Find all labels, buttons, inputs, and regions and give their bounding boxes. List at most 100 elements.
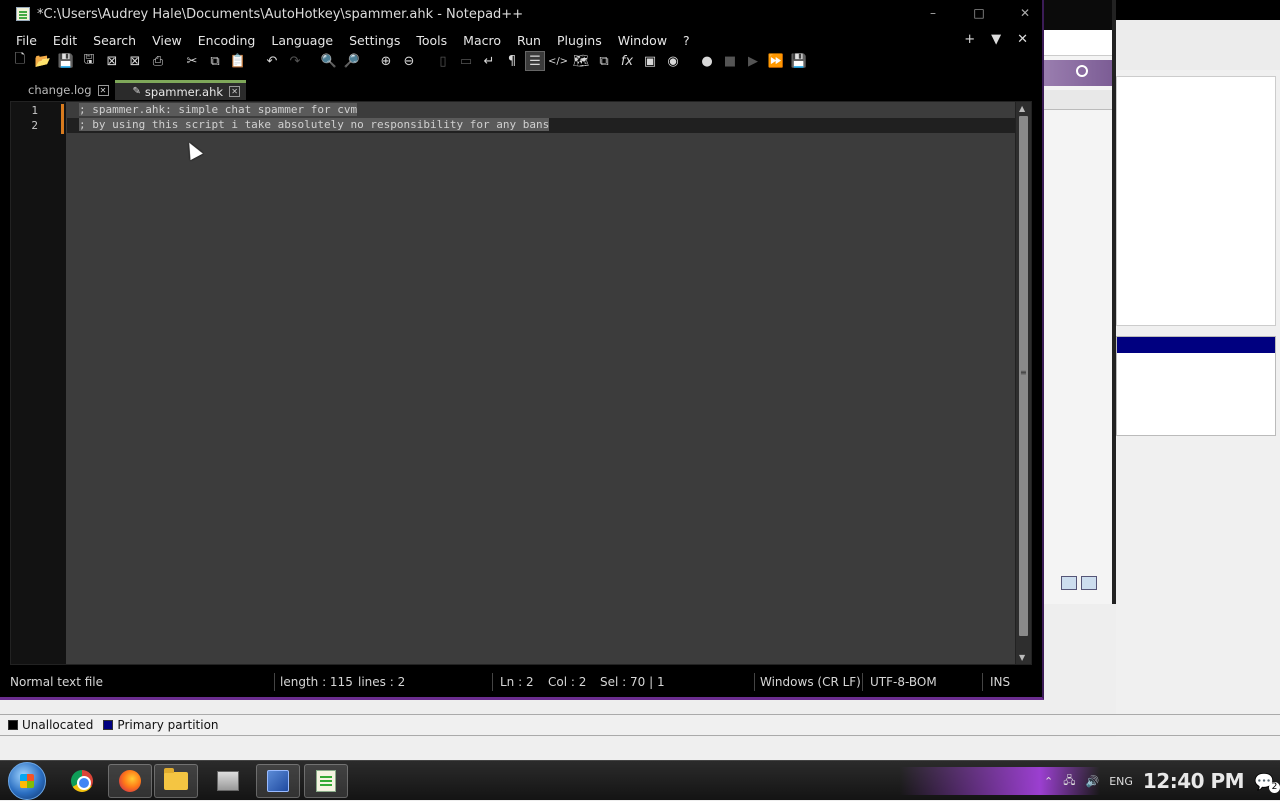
code-area[interactable]: ; spammer.ahk: simple chat spammer for c… <box>67 102 1017 664</box>
background-window-header <box>1116 20 1280 70</box>
tab-close-icon[interactable]: ✕ <box>97 84 109 96</box>
line-number-gutter[interactable]: 1 2 <box>11 102 66 664</box>
run-macro-multiple-icon[interactable]: ⏩ <box>766 51 786 71</box>
scroll-down-icon[interactable]: ▼ <box>1019 653 1025 662</box>
close-button[interactable]: ✕ <box>1014 6 1036 20</box>
taskbar-explorer[interactable] <box>154 764 198 798</box>
status-lines: lines : 2 <box>358 675 406 689</box>
tab-spammer-ahk[interactable]: ✎ spammer.ahk ✕ <box>114 80 247 100</box>
record-macro-icon[interactable]: ● <box>697 51 717 71</box>
code-line[interactable]: ; spammer.ahk: simple chat spammer for c… <box>67 103 358 118</box>
indent-guide-icon[interactable]: ☰ <box>525 51 545 71</box>
details-view-icon[interactable] <box>1061 576 1077 590</box>
zoom-out-icon[interactable]: ⊖ <box>399 51 419 71</box>
notepadpp-window: *C:\Users\Audrey Hale\Documents\AutoHotk… <box>0 0 1044 700</box>
search-icon[interactable] <box>1076 65 1088 77</box>
status-encoding[interactable]: UTF-8-BOM <box>870 675 937 689</box>
status-eol[interactable]: Windows (CR LF) <box>760 675 861 689</box>
vertical-scrollbar[interactable]: ▲ ≡ ▼ <box>1015 102 1031 664</box>
taskbar-chrome[interactable] <box>60 764 104 798</box>
udl-icon[interactable]: </> <box>548 51 568 71</box>
toolbar: 🗋 📂 💾 🖫 ⊠ ⊠ ⎙ ✂ ⧉ 📋 ↶ ↷ 🔍 🔎 ⊕ ⊖ ▯ ▭ ↵ ¶ … <box>10 50 1040 72</box>
status-insert-mode[interactable]: INS <box>990 675 1010 689</box>
background-search-box[interactable] <box>1041 60 1112 86</box>
open-file-icon[interactable]: 📂 <box>33 51 53 71</box>
menu-settings[interactable]: Settings <box>349 33 400 48</box>
menu-run[interactable]: Run <box>517 33 541 48</box>
stop-macro-icon[interactable]: ■ <box>720 51 740 71</box>
start-button[interactable] <box>8 762 46 800</box>
copy-icon[interactable]: ⧉ <box>205 51 225 71</box>
cut-icon[interactable]: ✂ <box>182 51 202 71</box>
code-line-current[interactable]: ; by using this script i take absolutely… <box>67 118 1017 133</box>
taskbar-firefox[interactable] <box>108 764 152 798</box>
find-icon[interactable]: 🔍 <box>319 51 339 71</box>
background-volume-list[interactable] <box>1116 76 1276 326</box>
minimize-button[interactable]: – <box>922 6 944 20</box>
network-icon[interactable]: 🖧 <box>1063 772 1075 791</box>
language-indicator[interactable]: ENG <box>1109 775 1133 788</box>
redo-icon[interactable]: ↷ <box>285 51 305 71</box>
tab-close-icon[interactable]: ✕ <box>229 86 241 97</box>
folder-as-workspace-icon[interactable]: ▣ <box>640 51 660 71</box>
tab-list-dropdown-icon[interactable]: ▼ <box>991 32 1001 47</box>
menu-bar: File Edit Search View Encoding Language … <box>0 30 1040 50</box>
word-wrap-icon[interactable]: ↵ <box>479 51 499 71</box>
legend-swatch-unallocated <box>8 720 18 730</box>
background-disk-graph[interactable] <box>1116 336 1276 436</box>
line-number: 2 <box>31 119 38 132</box>
save-icon[interactable]: 💾 <box>56 51 76 71</box>
volume-icon[interactable]: 🔊 <box>1085 775 1099 788</box>
notification-icon[interactable]: 💬 2 <box>1254 772 1280 793</box>
paste-icon[interactable]: 📋 <box>228 51 248 71</box>
menu-encoding[interactable]: Encoding <box>198 33 256 48</box>
tab-bar: change.log ✕ ✎ spammer.ahk ✕ <box>10 80 247 100</box>
new-tab-plus-icon[interactable]: + <box>964 32 975 47</box>
save-all-icon[interactable]: 🖫 <box>79 51 99 71</box>
background-window-addressbar[interactable]: ⌄ ? <box>1041 30 1112 79</box>
menu-language[interactable]: Language <box>271 33 333 48</box>
editor[interactable]: 1 2 ; spammer.ahk: simple chat spammer f… <box>10 101 1032 665</box>
menu-edit[interactable]: Edit <box>53 33 77 48</box>
menu-tools[interactable]: Tools <box>416 33 447 48</box>
status-length: length : 115 <box>280 675 353 689</box>
menu-macro[interactable]: Macro <box>463 33 501 48</box>
taskbar-generic-app[interactable] <box>206 764 250 798</box>
scroll-up-icon[interactable]: ▲ <box>1019 104 1025 113</box>
clock[interactable]: 12:40 PM <box>1143 769 1245 793</box>
print-icon[interactable]: ⎙ <box>148 51 168 71</box>
show-hidden-icons-icon[interactable]: ⌃ <box>1044 775 1053 788</box>
replace-icon[interactable]: 🔎 <box>342 51 362 71</box>
save-macro-icon[interactable]: 💾 <box>789 51 809 71</box>
monitoring-icon[interactable]: ◉ <box>663 51 683 71</box>
preview-view-icon[interactable] <box>1081 576 1097 590</box>
undo-icon[interactable]: ↶ <box>262 51 282 71</box>
doc-list-icon[interactable]: ⧉ <box>594 51 614 71</box>
notepadpp-app-icon[interactable] <box>16 7 30 21</box>
doc-map-icon[interactable]: 🗺 <box>571 51 591 71</box>
view-mode-buttons <box>1061 576 1097 590</box>
menu-plugins[interactable]: Plugins <box>557 33 602 48</box>
tab-change-log[interactable]: change.log ✕ <box>10 80 115 100</box>
new-file-icon[interactable]: 🗋 <box>10 51 30 71</box>
title-bar[interactable]: *C:\Users\Audrey Hale\Documents\AutoHotk… <box>0 0 1044 30</box>
menu-search[interactable]: Search <box>93 33 136 48</box>
menu-view[interactable]: View <box>152 33 182 48</box>
maximize-button[interactable]: □ <box>968 6 990 20</box>
menu-window[interactable]: Window <box>618 33 667 48</box>
close-tab-icon[interactable]: ✕ <box>1017 32 1028 47</box>
menu-help[interactable]: ? <box>683 33 690 48</box>
menu-file[interactable]: File <box>16 33 37 48</box>
zoom-in-icon[interactable]: ⊕ <box>376 51 396 71</box>
play-macro-icon[interactable]: ▶ <box>743 51 763 71</box>
sync-vertical-icon[interactable]: ▯ <box>433 51 453 71</box>
sync-horizontal-icon[interactable]: ▭ <box>456 51 476 71</box>
close-file-icon[interactable]: ⊠ <box>102 51 122 71</box>
close-all-icon[interactable]: ⊠ <box>125 51 145 71</box>
window-controls: – □ ✕ <box>922 6 1036 20</box>
taskbar-disk-management[interactable] <box>256 764 300 798</box>
taskbar-notepadpp[interactable] <box>304 764 348 798</box>
status-file-type: Normal text file <box>10 675 104 689</box>
function-list-icon[interactable]: fx <box>617 51 637 71</box>
show-all-chars-icon[interactable]: ¶ <box>502 51 522 71</box>
